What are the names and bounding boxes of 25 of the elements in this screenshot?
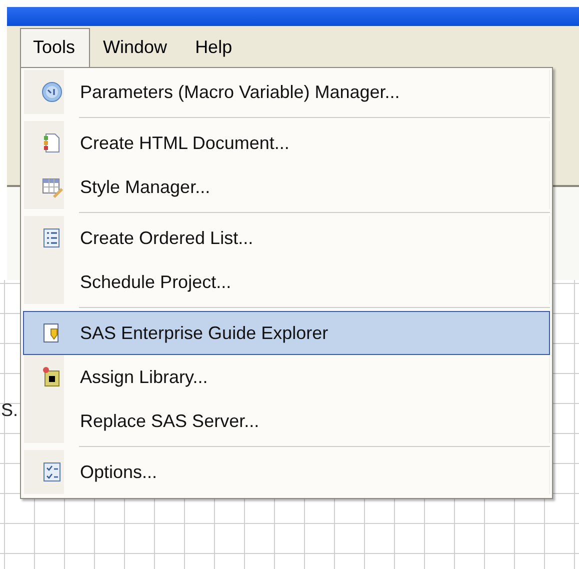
menu-title[interactable]: Help [182, 28, 248, 68]
menu-item[interactable]: Create Ordered List... [23, 216, 550, 260]
table-pencil-icon [41, 176, 63, 198]
menu-item-label: Replace SAS Server... [80, 410, 260, 432]
menu-item-label: Assign Library... [80, 366, 208, 388]
menu-item-label: Options... [80, 462, 158, 482]
menu-item-label: SAS Enterprise Guide Explorer [80, 322, 328, 344]
menu-title[interactable]: Tools [20, 28, 90, 68]
menu-item[interactable]: Parameters (Macro Variable) Manager... [23, 70, 550, 114]
menu-item[interactable]: Create HTML Document... [23, 121, 550, 165]
options-icon [41, 461, 63, 483]
menu-item[interactable]: Schedule Project... [23, 260, 550, 304]
menu-item-label: Schedule Project... [80, 272, 232, 292]
menu-item[interactable]: Assign Library... [23, 355, 550, 399]
menu-item[interactable]: Options... [23, 450, 550, 494]
menu-item[interactable]: Replace SAS Server... [23, 399, 550, 443]
menu-item-label: Create HTML Document... [80, 132, 290, 154]
menu-item-label: Create Ordered List... [80, 228, 254, 248]
canvas-text: S. [1, 400, 18, 421]
globe-icon [41, 81, 63, 103]
menu-item-label: Parameters (Macro Variable) Manager... [80, 82, 400, 102]
menu-item[interactable]: SAS Enterprise Guide Explorer [23, 311, 550, 355]
menu-item[interactable]: Style Manager... [23, 165, 550, 209]
menu-title[interactable]: Window [90, 28, 182, 68]
menu-item-label: Style Manager... [80, 176, 210, 198]
